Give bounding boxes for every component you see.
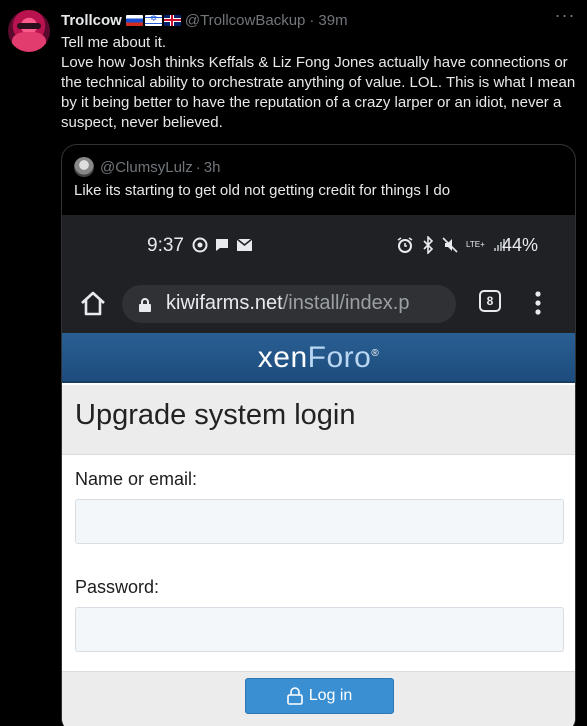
tweet-timestamp[interactable]: 39m [318,12,347,29]
more-options-icon[interactable]: ··· [551,6,579,28]
xenforo-header: xenForo® [62,333,575,383]
israel-flag-icon [144,13,162,26]
name-email-input[interactable] [75,499,564,544]
quoted-author-avatar[interactable] [74,157,94,177]
author-name[interactable]: Trollcow [61,12,122,29]
password-input[interactable] [75,607,564,652]
alarm-icon [397,237,413,253]
author-avatar[interactable] [8,10,50,52]
separator-dot: · [195,158,201,176]
xenforo-logo[interactable]: xenForo® [62,341,575,375]
tab-switcher-button[interactable]: 8 [479,290,501,312]
password-label: Password: [75,577,160,597]
separator-dot: · [309,11,315,29]
login-button[interactable]: Log in [245,678,394,714]
lock-open-icon [286,687,303,705]
author-handle[interactable]: @TrollcowBackup [185,12,306,29]
status-notification-icons [192,237,253,253]
lock-icon [139,298,151,312]
quoted-tweet-timestamp[interactable]: 3h [204,159,221,176]
bluetooth-icon [423,236,434,254]
tweet-header: Trollcow @TrollcowBackup · 39m [61,11,348,29]
logo-mark: ® [371,348,380,359]
uk-flag-icon [163,14,181,26]
status-system-icons: LTE+ [396,236,507,254]
name-label: Name or email: [75,469,198,489]
page-title-bar: Upgrade system login [62,385,575,455]
quoted-author-handle[interactable]: @ClumsyLulz [100,159,193,176]
tweet-text-line2: Love how Josh thinks Keffals & Liz Fong … [61,54,576,131]
tweet-text-line1: Tell me about it. [61,34,167,51]
quoted-tweet-header: @ClumsyLulz · 3h [74,157,220,177]
url-host: kiwifarms.net [166,292,283,314]
browser-toolbar: kiwifarms.net/install/index.p 8 [62,275,575,333]
logo-part2: Foro [307,341,372,374]
kebab-menu-icon[interactable] [532,290,544,316]
phone-status-bar: 9:37 LTE+ 44% [62,215,575,275]
login-form: Name or email: Password: Log in [62,455,575,726]
avatar-visor [17,23,41,29]
avatar-hair [12,32,46,52]
address-bar[interactable]: kiwifarms.net/install/index.p [122,285,456,323]
page-title: Upgrade system login [75,399,356,431]
embedded-phone-screenshot[interactable]: 9:37 LTE+ 44% kiwifarms.net/install/inde… [62,215,575,726]
logo-part1: xen [257,341,308,374]
quoted-tweet[interactable]: @ClumsyLulz · 3h Like its starting to ge… [61,144,576,726]
target-icon [192,237,208,253]
home-icon[interactable] [77,288,109,320]
russia-flag-icon [125,14,143,26]
chat-icon [216,239,228,251]
mail-icon [236,238,253,251]
network-type: LTE+ [466,240,485,249]
mute-icon [442,237,458,253]
tweet-text: Tell me about it. Love how Josh thinks K… [61,33,579,133]
login-button-label: Log in [308,687,353,704]
author-flags [125,13,181,26]
status-time: 9:37 [147,235,184,256]
form-footer: Log in [62,671,575,726]
battery-level: 44% [502,235,539,255]
url-path: /install/index.p [282,292,410,314]
url-text: kiwifarms.net/install/index.p [166,292,409,315]
quoted-tweet-text: Like its starting to get old not getting… [74,182,451,199]
